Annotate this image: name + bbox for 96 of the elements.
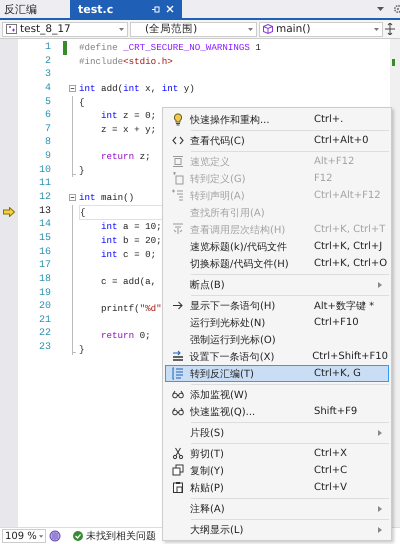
- submenu-arrow-icon: [378, 506, 382, 512]
- goto-icon: [172, 172, 184, 185]
- copy-icon: [172, 464, 184, 477]
- menu-item[interactable]: 复制(Y) Ctrl+C: [165, 462, 389, 479]
- scissors-icon: [172, 447, 184, 460]
- line-number: 10: [38, 164, 52, 178]
- dropdown-icon[interactable]: [377, 7, 384, 11]
- navigation-dropdown[interactable]: main(): [259, 22, 383, 36]
- line-number: 3: [44, 68, 52, 82]
- code-line: {: [79, 96, 85, 110]
- code-line: {: [80, 206, 86, 220]
- menu-item[interactable]: 粘贴(P) Ctrl+V: [165, 479, 389, 496]
- menu-item[interactable]: 快速操作和重构... Ctrl+.: [165, 111, 389, 128]
- dropdown-arrow-icon: [374, 28, 379, 30]
- project-icon: [6, 24, 17, 34]
- collapse-icon[interactable]: [69, 84, 76, 92]
- zoom-dropdown[interactable]: 109 %: [2, 529, 46, 543]
- code-line: return z;: [100, 150, 151, 164]
- menu-item[interactable]: 添加监视(W): [165, 386, 389, 403]
- collapse-icon[interactable]: [69, 194, 76, 202]
- code-line: int c = 0;: [100, 248, 156, 262]
- navigation-dropdown[interactable]: (全局范围): [130, 22, 257, 36]
- menu-item[interactable]: 显示下一条语句(H) Alt+数字键 *: [165, 297, 389, 314]
- code-line: #include<stdio.h>: [79, 54, 173, 68]
- menu-item[interactable]: 查看代码(C) Ctrl+Alt+0: [165, 132, 389, 149]
- glasses-icon: [172, 405, 184, 418]
- dropdown-arrow-icon: [248, 28, 253, 30]
- code-line: #define _CRT_SECURE_NO_WARNINGS 1: [79, 41, 261, 55]
- split-icon[interactable]: [385, 23, 395, 35]
- line-number: 13: [38, 204, 52, 218]
- glasses-icon: [172, 388, 184, 401]
- line-number: 9: [44, 150, 52, 164]
- code-line: }: [79, 164, 85, 178]
- lightbulb-icon: [172, 113, 184, 126]
- submenu-arrow-icon: [378, 526, 382, 532]
- line-number: 11: [38, 177, 52, 192]
- cube-icon: [263, 24, 273, 34]
- line-number: 22: [38, 327, 52, 342]
- disassembly-icon: [172, 367, 184, 380]
- menu-item[interactable]: 快速监视(Q)... Shift+F9: [165, 403, 389, 420]
- close-icon[interactable]: [166, 5, 174, 13]
- line-number: 15: [38, 232, 52, 246]
- line-number: 6: [44, 109, 52, 123]
- line-number: 23: [38, 341, 52, 355]
- set-next-icon: [172, 350, 184, 363]
- code-line: int a = 10;: [100, 220, 162, 234]
- menu-item[interactable]: 设置下一条语句(X) Ctrl+Shift+F10: [165, 348, 389, 365]
- line-number: 4: [44, 82, 52, 96]
- declaration-icon: [172, 189, 184, 202]
- menu-item[interactable]: 转到反汇编(T) Ctrl+K, G: [165, 365, 389, 382]
- line-number: 2: [44, 54, 52, 68]
- menu-item[interactable]: 切换标题/代码文件(H) Ctrl+K, Ctrl+O: [165, 255, 389, 272]
- paste-icon: [172, 481, 184, 494]
- code-line: c = add(a,: [100, 274, 156, 289]
- code-line: int b = 20;: [100, 234, 162, 248]
- gear-icon[interactable]: [392, 4, 400, 14]
- arrow-icon: [172, 299, 184, 312]
- line-number: 7: [44, 122, 52, 136]
- line-number: 1: [18, 41, 67, 55]
- line-number: 17: [38, 259, 52, 273]
- code-brackets-icon: [172, 134, 184, 147]
- menu-item[interactable]: 片段(S): [165, 424, 389, 441]
- menu-item[interactable]: 剪切(T) Ctrl+X: [165, 445, 389, 462]
- line-number: 18: [38, 272, 52, 287]
- line-number: 19: [38, 286, 52, 300]
- peek-icon: [172, 155, 184, 168]
- code-line: int main(): [79, 191, 134, 205]
- dropdown-arrow-icon: [119, 28, 124, 30]
- menu-item[interactable]: 运行到光标处(N) Ctrl+F10: [165, 314, 389, 331]
- status-message: 未找到相关问题: [86, 530, 156, 543]
- submenu-arrow-icon: [378, 282, 382, 288]
- document-tab[interactable]: 反汇编: [0, 0, 60, 18]
- menu-item[interactable]: 速览标题(k)/代码文件 Ctrl+K, Ctrl+J: [165, 238, 389, 255]
- submenu-arrow-icon: [378, 430, 382, 436]
- code-line: printf("%d": [100, 302, 162, 316]
- code-line: return 0;: [100, 329, 151, 344]
- code-line: z = x + y;: [100, 122, 156, 136]
- line-number: 21: [38, 314, 52, 328]
- code-line: int z = 0;: [100, 109, 156, 123]
- navigation-dropdown[interactable]: test_8_17: [2, 22, 128, 36]
- line-number: 20: [38, 300, 52, 314]
- line-number: 16: [38, 246, 52, 260]
- line-number: 12: [38, 191, 52, 205]
- menu-item[interactable]: 断点(B): [165, 276, 389, 293]
- line-number: 14: [38, 218, 52, 232]
- check-circle-icon: [73, 531, 83, 541]
- dropdown-arrow-icon: [38, 534, 43, 538]
- line-number: 5: [44, 96, 52, 110]
- menu-item[interactable]: 强制运行到光标(O): [165, 331, 389, 348]
- line-number: 8: [44, 136, 52, 150]
- document-tab[interactable]: test.c: [70, 0, 182, 18]
- menu-item[interactable]: 注释(A): [165, 500, 389, 517]
- menu-item[interactable]: 大纲显示(L): [165, 521, 389, 538]
- code-line: }: [79, 343, 85, 357]
- pin-icon[interactable]: [151, 4, 160, 14]
- code-line: int add(int x, int y): [79, 82, 195, 96]
